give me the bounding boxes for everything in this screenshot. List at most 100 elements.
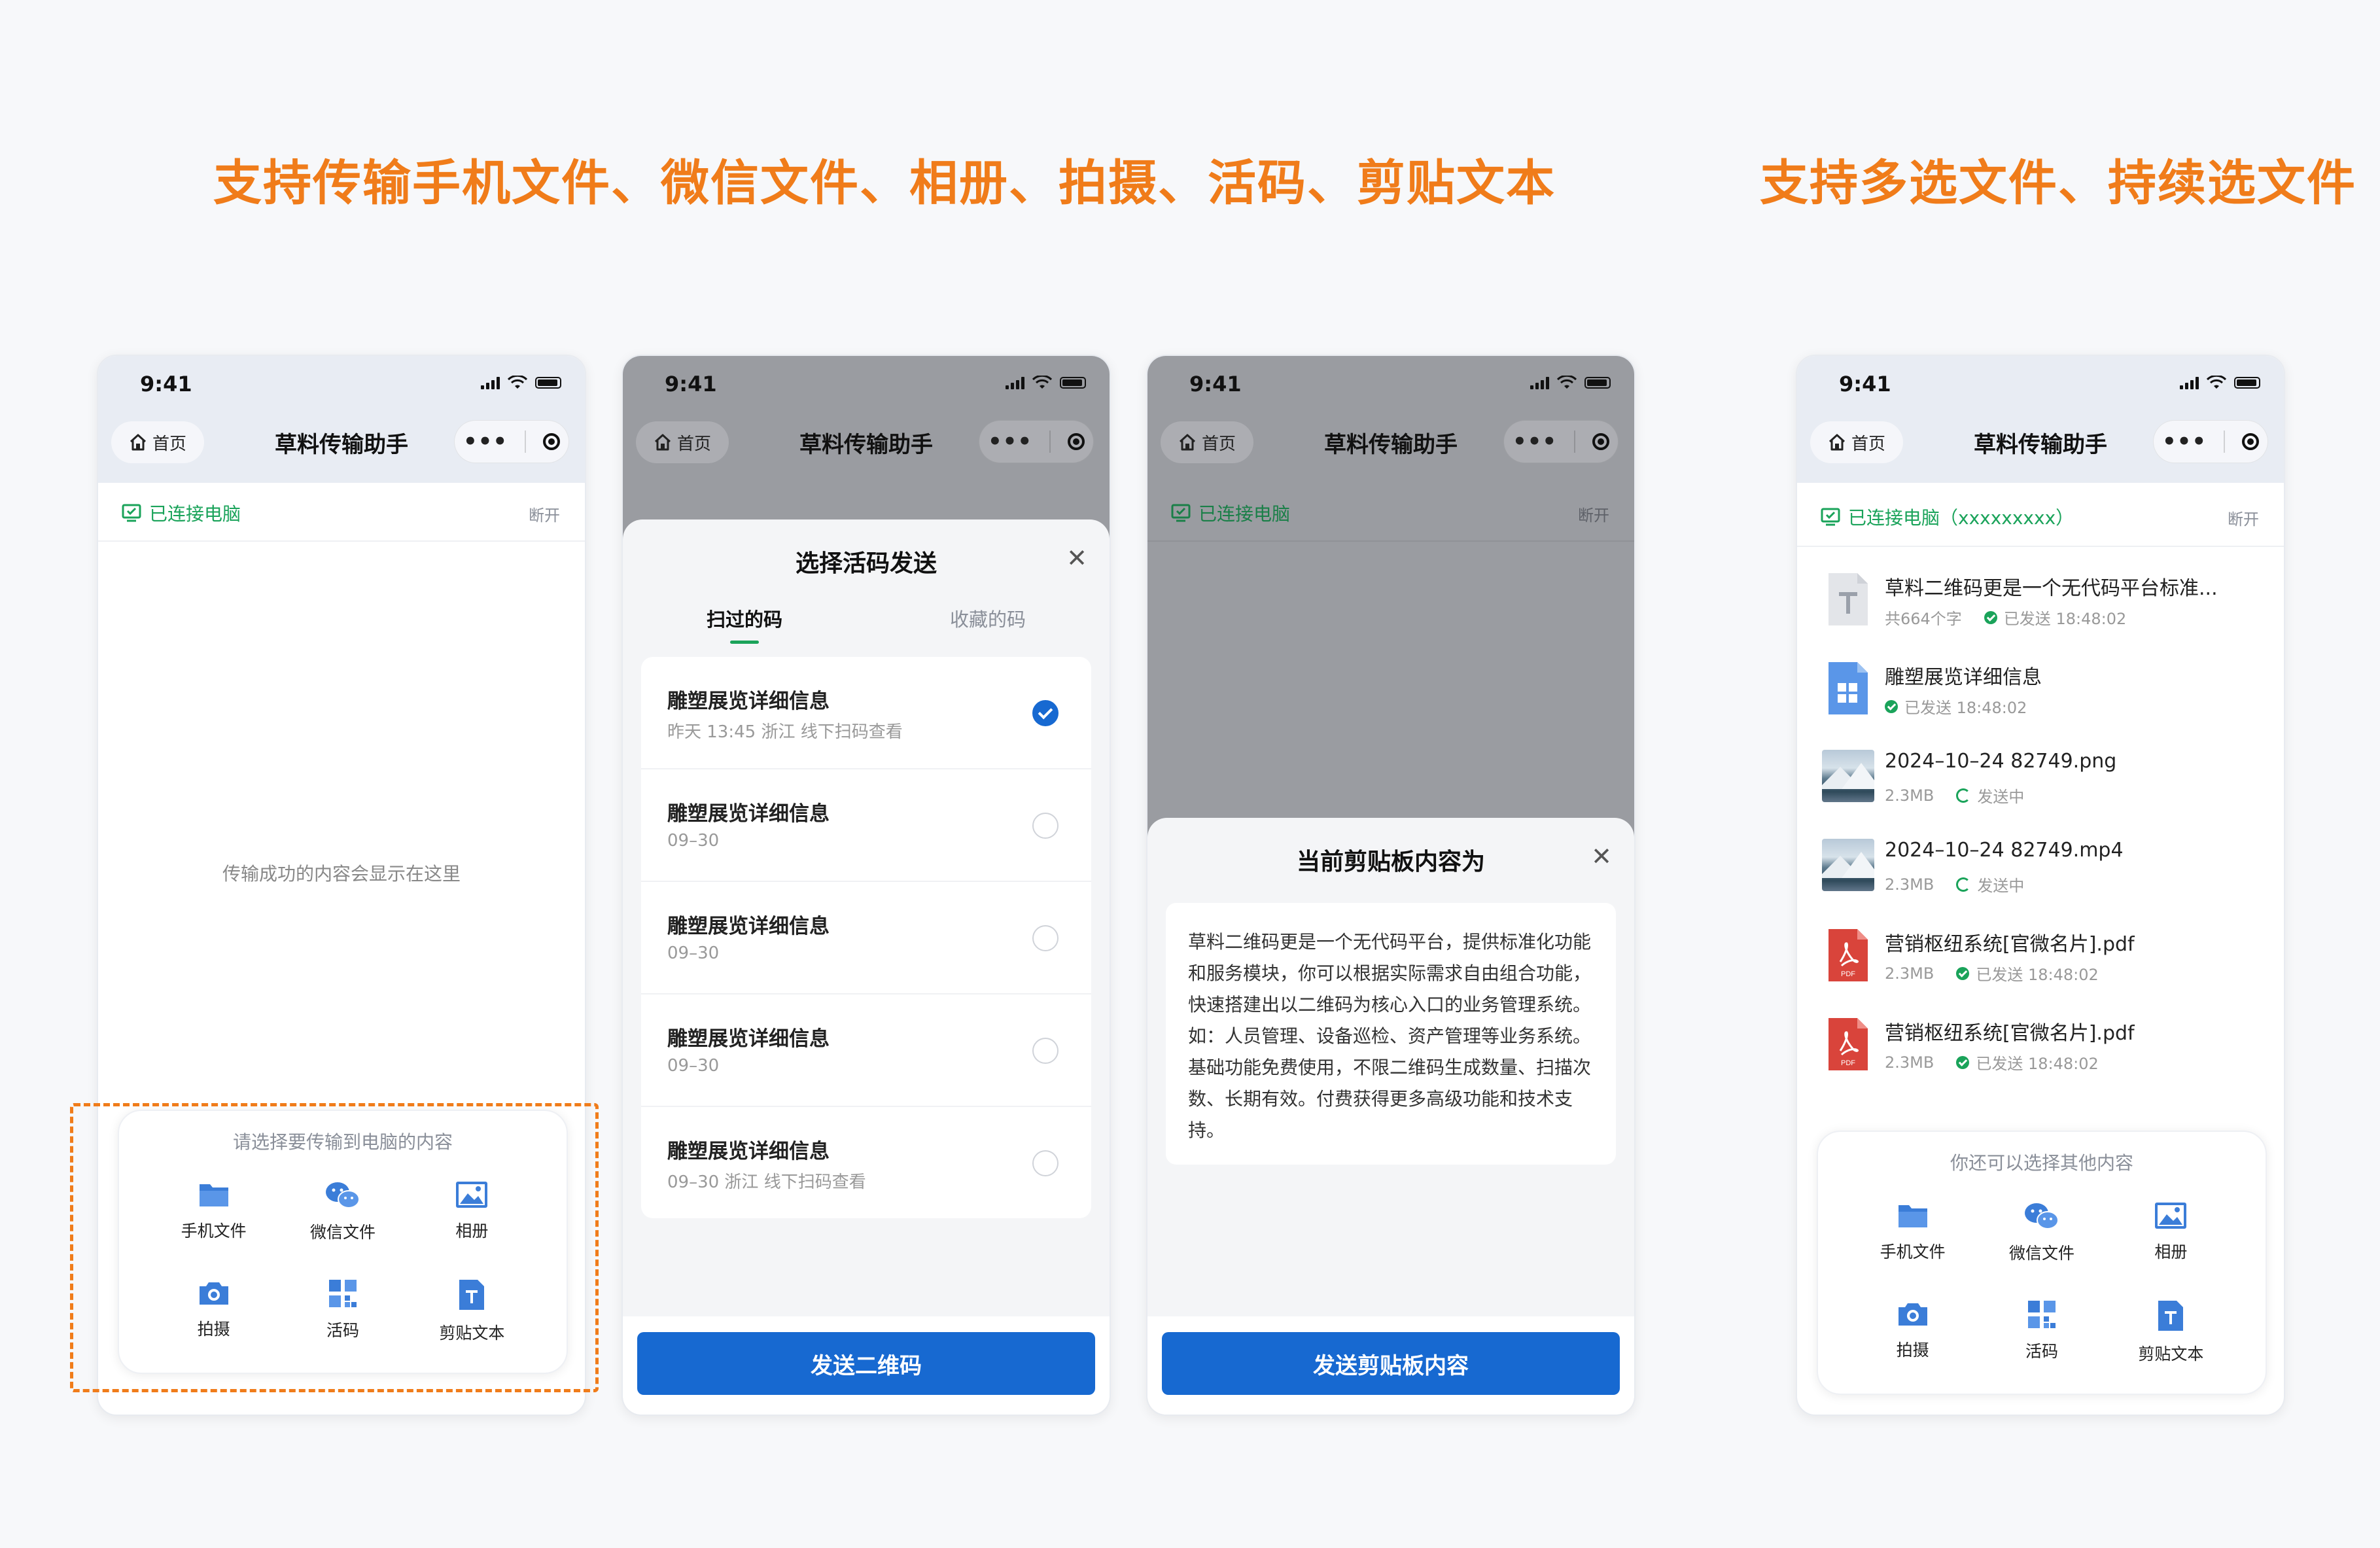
pdf-icon: PDF (1829, 1018, 1868, 1070)
close-miniapp-icon[interactable] (1592, 433, 1609, 450)
qr-list-item[interactable]: 雕塑展览详细信息 09–30 (641, 769, 1091, 882)
qr-list-item[interactable]: 雕塑展览详细信息 09–30 浙江 线下扫码查看 (641, 1107, 1091, 1218)
qr-item-meta: 09–30 (667, 1056, 720, 1076)
status-time: 9:41 (665, 372, 717, 396)
send-qrcode-button[interactable]: 发送二维码 (637, 1332, 1095, 1395)
qr-list: 雕塑展览详细信息 昨天 13:45 浙江 线下扫码查看 雕塑展览详细信息 09–… (641, 657, 1091, 1218)
file-status: 已发送 18:48:02 (1976, 1055, 2099, 1073)
picker-grid: 手机文件 微信文件 相册 拍摄 活码 剪贴文本 (1848, 1201, 2235, 1365)
status-time: 9:41 (1189, 372, 1242, 396)
status-time: 9:41 (140, 372, 192, 396)
miniapp-capsule: ••• (2153, 420, 2268, 463)
highlight-dashed-frame (70, 1103, 599, 1392)
close-miniapp-icon[interactable] (2242, 433, 2259, 450)
pick-wechat-files[interactable]: 微信文件 (1977, 1201, 2106, 1264)
phone-screen-qr-picker: 9:41 首页 草料传输助手 ••• 选择活码发送 ✕ 扫过的码 收藏的码 雕塑… (621, 355, 1111, 1416)
capsule-divider (525, 431, 527, 453)
qr-list-item[interactable]: 雕塑展览详细信息 昨天 13:45 浙江 线下扫码查看 (641, 657, 1091, 769)
pick-album[interactable]: 相册 (2107, 1201, 2235, 1264)
pick-camera[interactable]: 拍摄 (1848, 1299, 1977, 1365)
radio-unchecked[interactable] (1032, 1150, 1059, 1176)
file-meta: 2.3MB 已发送 18:48:02 (1885, 962, 2099, 985)
nav-bar: 9:41 首页 草料传输助手 ••• (1797, 356, 2284, 483)
miniapp-capsule: ••• (454, 420, 569, 463)
more-icon[interactable]: ••• (463, 431, 508, 453)
send-clipboard-button[interactable]: 发送剪贴板内容 (1162, 1332, 1620, 1395)
qr-list-item[interactable]: 雕塑展览详细信息 09–30 (641, 994, 1091, 1107)
qrcode-doc-icon (1829, 662, 1868, 714)
file-list-item[interactable]: 2024–10–24 82749.mp4 2.3MB 发送中 (1797, 830, 2284, 919)
tab-scanned[interactable]: 扫过的码 (623, 605, 866, 644)
file-list-item[interactable]: 2024–10–24 82749.png 2.3MB 发送中 (1797, 741, 2284, 830)
battery-icon (1060, 377, 1086, 389)
radio-checked[interactable] (1032, 700, 1059, 726)
svg-text:PDF: PDF (1841, 970, 1855, 978)
bottom-action-bar: 发送剪贴板内容 (1147, 1316, 1634, 1415)
file-name: 2024–10–24 82749.mp4 (1885, 839, 2124, 862)
qr-item-name: 雕塑展览详细信息 (667, 1140, 830, 1163)
text-file-icon (2158, 1301, 2184, 1331)
nav-bar: 9:41 首页 草料传输助手 ••• (1147, 356, 1634, 483)
file-list-item[interactable]: 草料二维码更是一个无代码平台标准... 共664个字 已发送 18:48:02 (1797, 563, 2284, 652)
connection-status: 已连接电脑 (122, 500, 241, 526)
battery-icon (1584, 377, 1611, 389)
radio-unchecked[interactable] (1032, 1038, 1059, 1064)
pick-phone-files[interactable]: 手机文件 (1848, 1201, 1977, 1264)
image-thumbnail (1822, 750, 1874, 802)
connection-bar: 已连接电脑 断开 (1147, 483, 1634, 542)
pick-clipboard-text[interactable]: 剪贴文本 (2107, 1299, 2235, 1365)
file-status: 发送中 (1977, 788, 2025, 806)
more-icon[interactable]: ••• (1513, 431, 1557, 453)
connection-bar: 已连接电脑 断开 (98, 483, 585, 542)
picker-title: 你还可以选择其他内容 (1950, 1152, 2133, 1174)
wifi-icon (1032, 376, 1052, 389)
close-miniapp-icon[interactable] (1068, 433, 1085, 450)
file-list-item[interactable]: PDF 营销枢纽系统[官微名片].pdf 2.3MB 已发送 18:48:02 (1797, 1008, 2284, 1097)
disconnect-button[interactable]: 断开 (529, 502, 560, 525)
file-size: 2.3MB (1885, 1053, 1934, 1072)
pick-label: 活码 (2025, 1342, 2058, 1361)
close-miniapp-icon[interactable] (543, 433, 560, 450)
signal-icon (481, 376, 500, 389)
close-icon[interactable]: ✕ (1066, 546, 1087, 571)
signal-icon (1006, 376, 1024, 389)
file-thumb: PDF (1822, 1017, 1874, 1073)
loading-icon (1956, 877, 1971, 892)
file-thumb (1822, 750, 1874, 806)
wifi-icon (2207, 376, 2226, 389)
text-doc-icon (1829, 573, 1868, 625)
qr-tabs: 扫过的码 收藏的码 (623, 605, 1110, 644)
status-time: 9:41 (1839, 372, 1891, 396)
nav-bar: 9:41 首页 草料传输助手 ••• (98, 356, 585, 483)
file-status: 发送中 (1977, 877, 2025, 895)
tab-favorites[interactable]: 收藏的码 (866, 605, 1110, 644)
qr-list-item[interactable]: 雕塑展览详细信息 09–30 (641, 882, 1091, 994)
more-icon[interactable]: ••• (2162, 431, 2207, 453)
file-size: 2.3MB (1885, 964, 1934, 983)
connection-label: 已连接电脑 (149, 503, 241, 525)
miniapp-capsule: ••• (1503, 420, 1619, 463)
phone-screen-clipboard: 9:41 首页 草料传输助手 ••• 已连接电脑 断开 当前剪贴板内容为 ✕ 草… (1146, 355, 1636, 1416)
qr-item-meta: 09–30 (667, 831, 720, 851)
file-list-item[interactable]: PDF 营销枢纽系统[官微名片].pdf 2.3MB 已发送 18:48:02 (1797, 919, 2284, 1008)
disconnect-button[interactable]: 断开 (2228, 506, 2259, 529)
file-list-item[interactable]: 雕塑展览详细信息 已发送 18:48:02 (1797, 652, 2284, 741)
close-icon[interactable]: ✕ (1591, 844, 1612, 869)
sent-check-icon (1885, 699, 1898, 713)
sheet-title: 当前剪贴板内容为 (1296, 849, 1485, 875)
radio-unchecked[interactable] (1032, 925, 1059, 951)
pick-label: 相册 (2154, 1242, 2188, 1261)
disconnect-button[interactable]: 断开 (1578, 502, 1609, 525)
file-meta: 已发送 18:48:02 (1885, 695, 2027, 718)
wifi-icon (508, 376, 527, 389)
more-icon[interactable]: ••• (988, 431, 1032, 453)
radio-unchecked[interactable] (1032, 813, 1059, 839)
monitor-check-icon (1821, 508, 1840, 526)
qrcode-icon (2027, 1301, 2056, 1328)
signal-icon (1530, 376, 1549, 389)
pick-qrcode[interactable]: 活码 (1977, 1299, 2106, 1365)
connection-label: 已连接电脑 (1199, 503, 1291, 525)
file-thumb (1822, 839, 1874, 895)
qr-item-name: 雕塑展览详细信息 (667, 802, 830, 826)
miniapp-capsule: ••• (979, 420, 1094, 463)
